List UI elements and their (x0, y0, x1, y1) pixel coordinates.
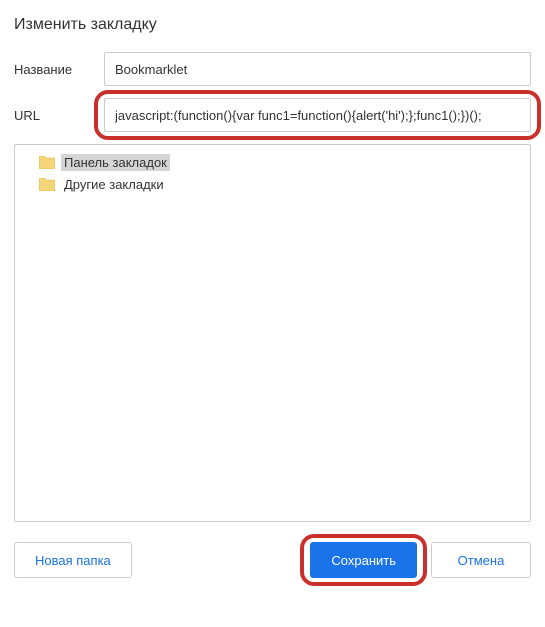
tree-item-label: Другие закладки (61, 176, 167, 193)
url-input[interactable] (104, 98, 531, 132)
tree-item-label: Панель закладок (61, 154, 170, 171)
name-label: Название (14, 62, 104, 77)
name-row: Название (14, 52, 531, 86)
url-row: URL (14, 98, 531, 132)
url-label: URL (14, 108, 104, 123)
new-folder-button[interactable]: Новая папка (14, 542, 132, 578)
cancel-button[interactable]: Отмена (431, 542, 531, 578)
name-input[interactable] (104, 52, 531, 86)
tree-item-other-bookmarks[interactable]: Другие закладки (15, 173, 530, 195)
folder-icon (39, 178, 55, 191)
tree-item-bookmarks-bar[interactable]: Панель закладок (15, 151, 530, 173)
folder-icon (39, 156, 55, 169)
save-button[interactable]: Сохранить (310, 542, 417, 578)
dialog-title: Изменить закладку (14, 16, 531, 34)
button-row: Новая папка Сохранить Отмена (14, 542, 531, 578)
folder-tree[interactable]: Панель закладок Другие закладки (14, 144, 531, 522)
